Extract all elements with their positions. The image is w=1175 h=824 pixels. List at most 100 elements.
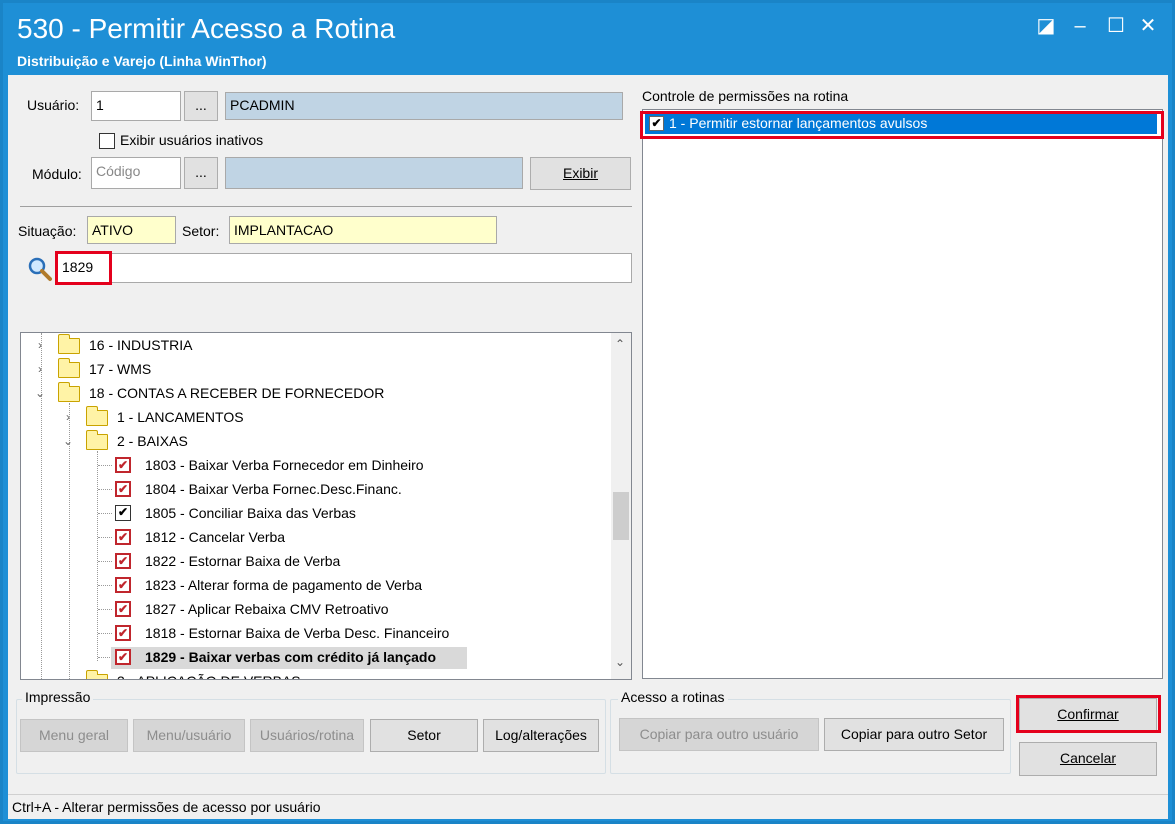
search-input[interactable]: 1829	[57, 253, 632, 283]
situacao-label: Situação:	[18, 223, 77, 239]
folder-icon	[58, 382, 80, 402]
permissions-panel: 1 - Permitir estornar lançamentos avulso…	[642, 109, 1163, 679]
search-highlight	[55, 251, 112, 285]
chevron-right-icon[interactable]: ›	[61, 669, 75, 679]
modulo-browse-button[interactable]: ...	[184, 157, 218, 189]
permission-checkbox[interactable]	[115, 505, 131, 521]
tree-item-label: 1804 - Baixar Verba Fornec.Desc.Financ.	[145, 481, 402, 497]
usuarios-rotina-button[interactable]: Usuários/rotina	[250, 719, 364, 752]
setor-label: Setor:	[182, 223, 220, 239]
chevron-right-icon[interactable]: ›	[61, 405, 75, 429]
tree-item-label: 1829 - Baixar verbas com crédito já lanç…	[145, 649, 437, 665]
tree-item-18[interactable]: ⌄ 18 - CONTAS A RECEBER DE FORNECEDOR	[21, 381, 611, 405]
permissions-title: Controle de permissões na rotina	[642, 88, 849, 104]
situacao-field: ATIVO	[87, 216, 176, 244]
tree-item-label: 1 - LANCAMENTOS	[117, 409, 244, 425]
modulo-code-input[interactable]: Código	[91, 157, 181, 189]
exibir-button[interactable]: Exibir	[530, 157, 631, 190]
tree-item-label: 1827 - Aplicar Rebaixa CMV Retroativo	[145, 601, 389, 617]
client-area: Usuário: 1 ... PCADMIN Exibir usuários i…	[8, 75, 1168, 819]
form-separator	[20, 206, 632, 207]
tree-item-1805[interactable]: 1805 - Conciliar Baixa das Verbas	[21, 501, 611, 525]
minimize-icon[interactable]: –	[1065, 13, 1095, 39]
tree-item-aplicacao[interactable]: › 3 - APLICAÇÃO DE VERBAS	[21, 669, 611, 679]
permission-checkbox[interactable]	[115, 649, 131, 665]
tree-item-baixas[interactable]: ⌄ 2 - BAIXAS	[21, 429, 611, 453]
modulo-label: Módulo:	[32, 166, 82, 182]
permission-checkbox[interactable]	[115, 457, 131, 473]
tree-item-label: 1803 - Baixar Verba Fornecedor em Dinhei…	[145, 457, 424, 473]
scroll-down-icon[interactable]: ⌄	[615, 655, 625, 669]
tree-item-label: 16 - INDUSTRIA	[89, 337, 193, 353]
folder-icon	[58, 358, 80, 378]
tree-item-1822[interactable]: 1822 - Estornar Baixa de Verba	[21, 549, 611, 573]
tree-item-17[interactable]: › 17 - WMS	[21, 357, 611, 381]
impressao-title: Impressão	[22, 689, 94, 705]
permission-checkbox[interactable]	[115, 601, 131, 617]
routine-tree[interactable]: › 16 - INDUSTRIA › 17 - WMS ⌄ 18 - CONTA…	[20, 332, 632, 680]
tree-item-16[interactable]: › 16 - INDUSTRIA	[21, 333, 611, 357]
tree-item-1803[interactable]: 1803 - Baixar Verba Fornecedor em Dinhei…	[21, 453, 611, 477]
tree-item-label: 1822 - Estornar Baixa de Verba	[145, 553, 341, 569]
folder-icon	[58, 334, 80, 354]
permission-checkbox[interactable]	[115, 625, 131, 641]
search-icon	[28, 257, 52, 281]
copiar-setor-button[interactable]: Copiar para outro Setor	[824, 718, 1004, 751]
setor-field: IMPLANTACAO	[229, 216, 497, 244]
usuario-code-input[interactable]: 1	[91, 91, 181, 121]
restore-icon[interactable]: ◪	[1031, 13, 1061, 39]
chevron-down-icon[interactable]: ⌄	[61, 429, 75, 453]
chevron-down-icon[interactable]: ⌄	[33, 381, 47, 405]
usuario-label: Usuário:	[27, 97, 80, 113]
tree-item-1818[interactable]: 1818 - Estornar Baixa de Verba Desc. Fin…	[21, 621, 611, 645]
permission-checkbox[interactable]	[115, 577, 131, 593]
permission-highlight	[640, 111, 1164, 139]
cancelar-button[interactable]: Cancelar	[1019, 742, 1157, 776]
permission-checkbox[interactable]	[115, 553, 131, 569]
scroll-thumb[interactable]	[613, 492, 629, 540]
permission-checkbox[interactable]	[115, 529, 131, 545]
title-bar: 530 - Permitir Acesso a Rotina Distribui…	[3, 3, 1172, 75]
tree-item-1829[interactable]: 1829 - Baixar verbas com crédito já lanç…	[21, 645, 611, 669]
tree-item-1804[interactable]: 1804 - Baixar Verba Fornec.Desc.Financ.	[21, 477, 611, 501]
maximize-icon[interactable]: ☐	[1101, 13, 1131, 39]
folder-icon	[86, 430, 108, 450]
exibir-label: Exibir	[562, 165, 598, 181]
app-window: 530 - Permitir Acesso a Rotina Distribui…	[0, 0, 1175, 824]
tree-item-label: 1805 - Conciliar Baixa das Verbas	[145, 505, 356, 521]
window-subtitle: Distribuição e Varejo (Linha WinThor)	[17, 53, 267, 69]
chevron-right-icon[interactable]: ›	[33, 333, 47, 357]
tree-item-label: 1818 - Estornar Baixa de Verba Desc. Fin…	[145, 625, 450, 641]
status-bar: Ctrl+A - Alterar permissões de acesso po…	[8, 794, 1168, 819]
folder-icon	[86, 406, 108, 426]
chevron-right-icon[interactable]: ›	[33, 357, 47, 381]
log-alteracoes-button[interactable]: Log/alterações	[483, 719, 599, 752]
confirmar-highlight	[1016, 695, 1161, 733]
tree-item-1812[interactable]: 1812 - Cancelar Verba	[21, 525, 611, 549]
copiar-usuario-button[interactable]: Copiar para outro usuário	[619, 718, 819, 751]
inativos-checkbox[interactable]	[99, 133, 115, 149]
setor-button[interactable]: Setor	[370, 719, 478, 752]
tree-item-label: 2 - BAIXAS	[117, 433, 188, 449]
modulo-name-field	[225, 157, 523, 189]
cancelar-label: Cancelar	[1059, 750, 1117, 766]
tree-item-lancamentos[interactable]: › 1 - LANCAMENTOS	[21, 405, 611, 429]
acesso-title: Acesso a rotinas	[618, 689, 728, 705]
usuario-name-field: PCADMIN	[225, 92, 623, 120]
window-title: 530 - Permitir Acesso a Rotina	[17, 13, 396, 44]
tree-item-label: 1812 - Cancelar Verba	[145, 529, 286, 545]
tree-item-label: 3 - APLICAÇÃO DE VERBAS	[117, 669, 301, 679]
permission-checkbox[interactable]	[115, 481, 131, 497]
tree-scrollbar[interactable]: ⌃ ⌄	[611, 333, 631, 679]
folder-icon	[86, 670, 108, 679]
tree-item-1827[interactable]: 1827 - Aplicar Rebaixa CMV Retroativo	[21, 597, 611, 621]
close-icon[interactable]: ✕	[1133, 13, 1163, 39]
menu-geral-button[interactable]: Menu geral	[20, 719, 128, 752]
usuario-browse-button[interactable]: ...	[184, 91, 218, 121]
menu-usuario-button[interactable]: Menu/usuário	[133, 719, 245, 752]
inativos-label: Exibir usuários inativos	[120, 132, 264, 148]
tree-item-label: 1823 - Alterar forma de pagamento de Ver…	[145, 577, 423, 593]
tree-item-1823[interactable]: 1823 - Alterar forma de pagamento de Ver…	[21, 573, 611, 597]
scroll-up-icon[interactable]: ⌃	[615, 337, 625, 351]
tree-item-label: 18 - CONTAS A RECEBER DE FORNECEDOR	[89, 385, 385, 401]
